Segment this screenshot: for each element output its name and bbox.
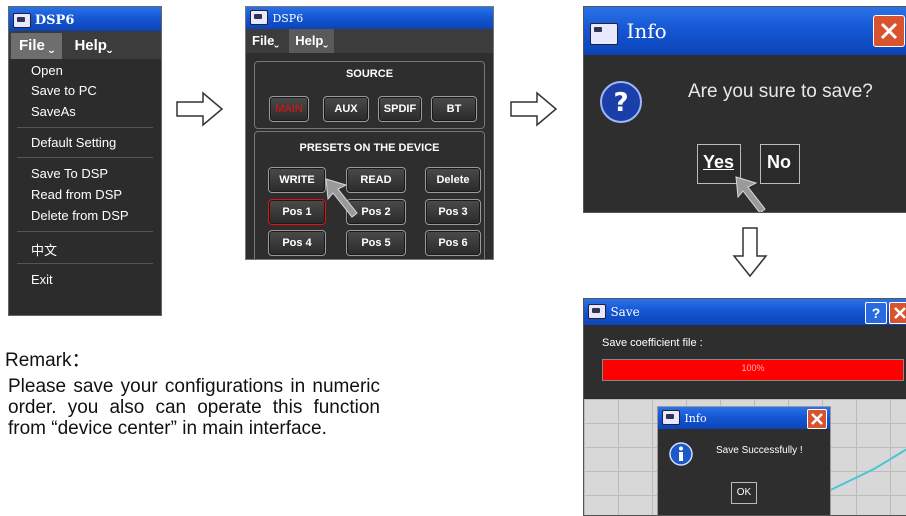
menu-item-save-to-pc[interactable]: Save to PC [31, 83, 97, 98]
source-group: SOURCE MAIN AUX SPDIF BT [254, 61, 485, 129]
close-icon [894, 307, 906, 319]
remark-text: Please save your configurations in numer… [8, 376, 380, 439]
menu-separator [17, 127, 153, 128]
success-message: Save Successfully ! [716, 445, 803, 456]
menu-item-default-setting[interactable]: Default Setting [31, 135, 116, 150]
preset-pos-1-button[interactable]: Pos 1 [268, 199, 326, 225]
menu-item-read-from-dsp[interactable]: Read from DSP [31, 187, 122, 202]
mouse-pointer-icon [325, 178, 358, 218]
save-window-titlebar: Save ? [584, 299, 906, 325]
ok-button[interactable]: OK [731, 482, 757, 504]
preset-pos-6-button[interactable]: Pos 6 [425, 230, 481, 256]
app-icon [662, 410, 680, 426]
menu-item-saveas[interactable]: SaveAs [31, 104, 76, 119]
flow-arrow-right-icon [176, 91, 224, 127]
info-icon [669, 442, 693, 466]
question-icon: ? [600, 81, 642, 123]
app-icon [250, 10, 268, 26]
dsp-panel-window: DSP6 Fileˬ Helpˬ SOURCE MAIN AUX SPDIF B… [245, 6, 494, 260]
success-dialog-titlebar: Info [658, 407, 830, 429]
dsp-panel-menubar: Fileˬ Helpˬ [246, 29, 493, 53]
menu-window-title: DSP6 [34, 13, 75, 28]
source-spdif-button[interactable]: SPDIF [378, 96, 422, 122]
app-icon [13, 12, 31, 28]
menu-item-open[interactable]: Open [31, 63, 63, 78]
remark-title: Remark： [5, 350, 91, 371]
dsp-panel-titlebar: DSP6 [246, 7, 493, 29]
no-button-label: No [767, 152, 791, 172]
menu-file[interactable]: File ˬ [11, 33, 63, 59]
menu-file[interactable]: Fileˬ [246, 29, 285, 53]
dsp-panel-title: DSP6 [272, 12, 304, 25]
close-button[interactable] [873, 15, 905, 47]
success-dialog: Info Save Successfully ! OK [657, 406, 831, 515]
progress-bar: 100% [602, 359, 904, 381]
save-window-title: Save [610, 305, 640, 319]
menu-window-menubar: File ˬ Helpˬ [9, 31, 161, 59]
mouse-pointer-icon [735, 176, 766, 212]
menu-help[interactable]: Helpˬ [66, 33, 120, 59]
confirm-dialog-titlebar: Info [584, 7, 906, 55]
close-button[interactable] [889, 302, 906, 324]
confirm-message: Are you sure to save? [688, 81, 873, 102]
flow-arrow-right-icon [510, 91, 558, 127]
menu-window: DSP6 File ˬ Helpˬ Open Save to PC SaveAs… [8, 6, 162, 316]
yes-button-label: Yes [703, 152, 735, 172]
source-bt-button[interactable]: BT [431, 96, 477, 122]
success-dialog-title: Info [684, 412, 707, 425]
menu-window-titlebar: DSP6 [9, 7, 161, 31]
help-button[interactable]: ? [865, 302, 887, 324]
close-icon [880, 22, 898, 40]
preset-pos-5-button[interactable]: Pos 5 [346, 230, 406, 256]
source-aux-button[interactable]: AUX [323, 96, 369, 122]
save-window: Save ? Save coefficient file : 100% Info [583, 298, 906, 516]
delete-button[interactable]: Delete [425, 167, 481, 193]
menu-separator [17, 263, 153, 264]
svg-text:?: ? [613, 88, 628, 118]
progress-text: 100% [741, 363, 765, 373]
confirm-dialog: Info ? Are you sure to save? Yes No [583, 6, 906, 213]
menu-separator [17, 157, 153, 158]
write-button[interactable]: WRITE [268, 167, 326, 193]
app-icon [588, 304, 606, 320]
menu-item-exit[interactable]: Exit [31, 272, 53, 287]
close-icon [811, 413, 823, 425]
menu-separator [17, 231, 153, 232]
menu-item-delete-from-dsp[interactable]: Delete from DSP [31, 208, 129, 223]
presets-label: PRESETS ON THE DEVICE [299, 142, 440, 154]
preset-pos-4-button[interactable]: Pos 4 [268, 230, 326, 256]
close-button[interactable] [807, 409, 827, 429]
flow-arrow-down-icon [732, 227, 768, 278]
app-icon [590, 22, 618, 45]
source-label: SOURCE [345, 68, 394, 80]
confirm-dialog-title: Info [626, 19, 667, 43]
menu-item-chinese[interactable]: 中文 [31, 240, 57, 259]
presets-group: PRESETS ON THE DEVICE WRITE READ Delete … [254, 131, 485, 259]
preset-pos-3-button[interactable]: Pos 3 [425, 199, 481, 225]
menu-item-save-to-dsp[interactable]: Save To DSP [31, 166, 108, 181]
help-icon: ? [871, 305, 881, 321]
save-label: Save coefficient file : [602, 337, 703, 349]
menu-help[interactable]: Helpˬ [289, 29, 334, 53]
source-main-button[interactable]: MAIN [269, 96, 309, 122]
